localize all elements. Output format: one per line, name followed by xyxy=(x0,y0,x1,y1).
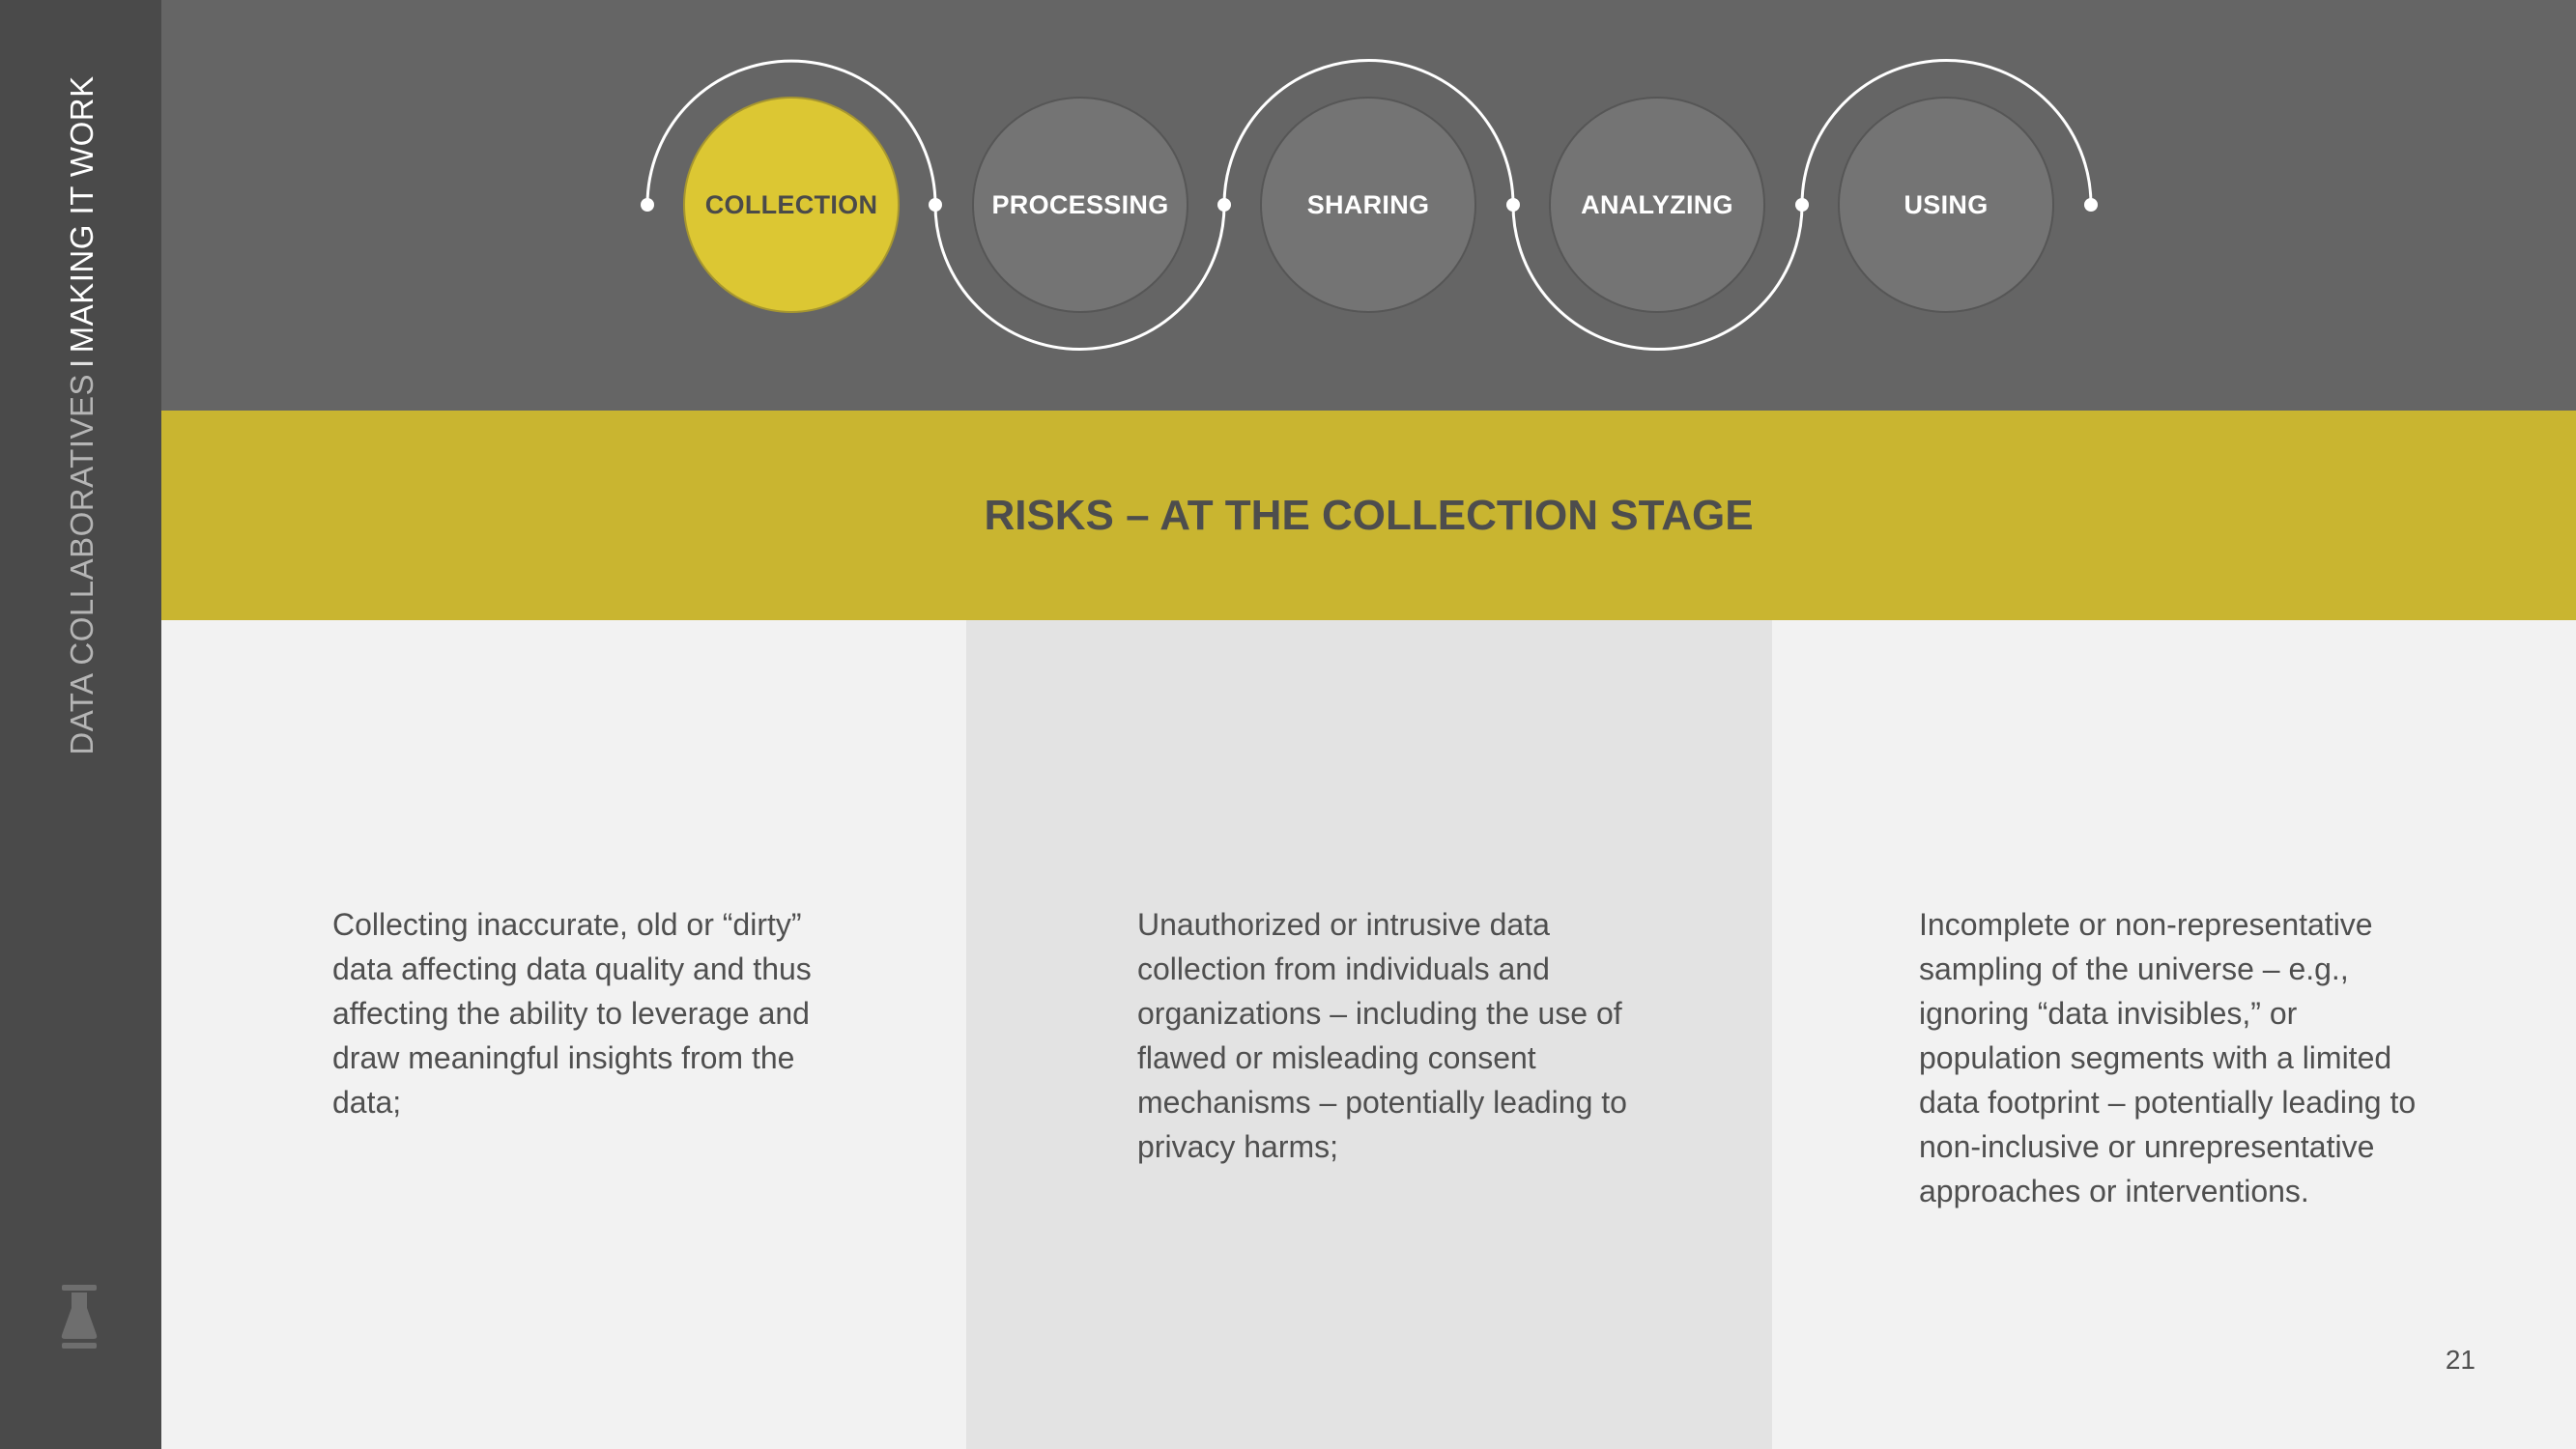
stage-collection: COLLECTION xyxy=(683,97,900,313)
stage-label: PROCESSING xyxy=(991,189,1169,219)
stage-label: COLLECTION xyxy=(704,189,878,219)
section-banner: RISKS – AT THE COLLECTION STAGE xyxy=(161,411,2576,620)
risk-text: Incomplete or non-representative samplin… xyxy=(1919,907,2417,1208)
stage-analyzing: ANALYZING xyxy=(1549,97,1765,313)
sidebar-title-part2: MAKING IT WORK xyxy=(64,75,100,354)
section-title: RISKS – AT THE COLLECTION STAGE xyxy=(984,491,1754,539)
page-number: 21 xyxy=(2445,1345,2476,1375)
risk-text: Unauthorized or intrusive data collectio… xyxy=(1137,907,1627,1164)
risk-column-1: Collecting inaccurate, old or “dirty” da… xyxy=(161,620,966,1449)
flask-icon xyxy=(61,1285,98,1349)
stage-label: USING xyxy=(1903,189,1989,219)
process-header: COLLECTION PROCESSING SHARING ANALYZING … xyxy=(161,0,2576,411)
sidebar-title-part1: DATA COLLABORATIVES xyxy=(64,373,100,755)
sidebar: DATA COLLABORATIVES I MAKING IT WORK xyxy=(0,0,161,1449)
sidebar-title: DATA COLLABORATIVES I MAKING IT WORK xyxy=(64,75,100,754)
risk-text: Collecting inaccurate, old or “dirty” da… xyxy=(332,907,812,1120)
stage-processing: PROCESSING xyxy=(972,97,1188,313)
stage-using: USING xyxy=(1838,97,2054,313)
sidebar-title-separator: I xyxy=(64,358,100,368)
risk-column-2: Unauthorized or intrusive data collectio… xyxy=(966,620,1772,1449)
stage-label: ANALYZING xyxy=(1581,189,1733,219)
risk-column-3: Incomplete or non-representative samplin… xyxy=(1772,620,2576,1449)
stage-sharing: SHARING xyxy=(1260,97,1476,313)
stage-label: SHARING xyxy=(1306,189,1430,219)
